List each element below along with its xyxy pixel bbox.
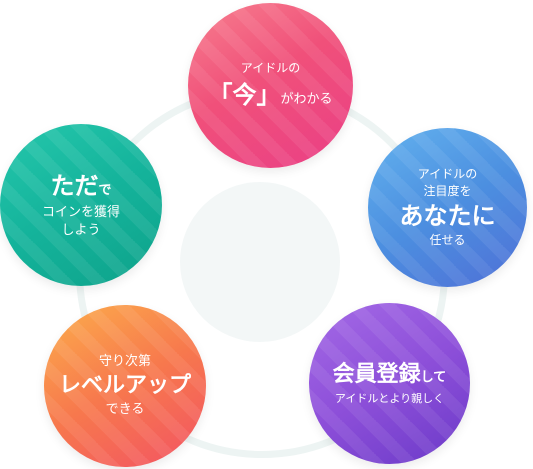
- center-hub: [180, 182, 340, 342]
- node-register-rest: して: [420, 369, 447, 385]
- node-level-up-emph: レベルアップ: [58, 373, 191, 399]
- node-register-line2: アイドルとより親しく: [334, 392, 445, 406]
- node-free-coins-line3: しよう: [61, 223, 101, 238]
- node-attention-emph: あなたに: [399, 202, 496, 230]
- node-attention-line2: 注目度を: [423, 184, 472, 198]
- diagram-canvas: アイドルの 「今」 がわかる アイドルの 注目度を あなたに 任せる ただ で …: [0, 0, 533, 469]
- node-now-row: 「今」 がわかる: [208, 80, 332, 110]
- node-attention: アイドルの 注目度を あなたに 任せる: [368, 128, 527, 287]
- node-register: 会員登録 して アイドルとより親しく: [309, 303, 470, 464]
- node-free-coins-row: ただ で: [50, 171, 111, 201]
- node-register-row: 会員登録 して: [333, 361, 447, 389]
- node-register-emph: 会員登録: [332, 361, 421, 387]
- node-attention-line1: アイドルの: [417, 167, 478, 181]
- node-now: アイドルの 「今」 がわかる: [188, 3, 353, 168]
- node-level-up-line1: 守り次第: [98, 354, 151, 369]
- node-now-line1: アイドルの: [240, 61, 301, 75]
- node-level-up-line3: できる: [105, 401, 145, 417]
- node-now-emph: 「今」: [208, 81, 281, 109]
- node-attention-line3: 任せる: [429, 233, 466, 247]
- node-now-rest: がわかる: [280, 92, 333, 107]
- node-free-coins-emph: ただ: [50, 171, 99, 200]
- node-free-coins: ただ で コインを獲得 しよう: [0, 124, 162, 286]
- node-level-up: 守り次第 レベルアップ できる: [44, 305, 206, 467]
- node-free-coins-line2: コインを獲得: [41, 204, 120, 220]
- node-free-coins-rest: で: [98, 182, 112, 198]
